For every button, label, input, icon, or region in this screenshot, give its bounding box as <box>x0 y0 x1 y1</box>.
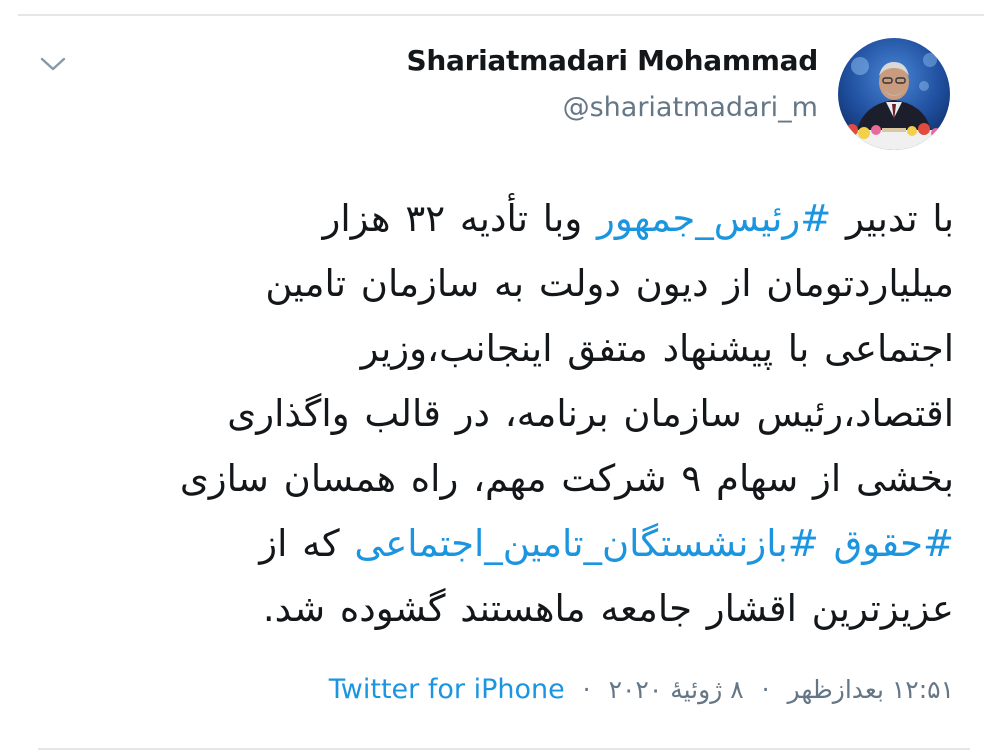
avatar-photo <box>838 38 950 150</box>
tweet-line: بخشی از سهام ۹ شرکت مهم، راه همسان سازی <box>60 446 954 511</box>
chevron-down-icon[interactable] <box>38 54 68 74</box>
tweet-text-segment: اجتماعی با پیشنهاد متفق اینجانب،وزیر <box>360 327 954 370</box>
meta-separator: · <box>761 675 770 704</box>
tweet-text-segment: اقتصاد،رئیس سازمان برنامه، در قالب واگذا… <box>227 392 954 435</box>
tweet-text-segment: عزیزترین اقشار جامعه ماهستند گشوده شد. <box>262 587 954 630</box>
tweet-source-link[interactable]: Twitter for iPhone <box>329 674 565 705</box>
hashtag-link[interactable]: #رئیس_جمهور <box>597 197 831 240</box>
top-divider <box>18 14 984 16</box>
tweet-line: اجتماعی با پیشنهاد متفق اینجانب،وزیر <box>60 316 954 381</box>
tweet-meta: ۱۲:۵۱ بعدازظهر · ۸ ژوئیهٔ ۲۰۲۰ · Twitter… <box>329 674 954 705</box>
tweet-line: عزیزترین اقشار جامعه ماهستند گشوده شد. <box>60 576 954 641</box>
tweet-line: #حقوق #بازنشستگان_تامین_اجتماعی که از <box>60 511 954 576</box>
tweet-text-segment <box>819 522 834 565</box>
tweet-time[interactable]: ۱۲:۵۱ بعدازظهر <box>788 675 954 704</box>
user-display-name[interactable]: Shariatmadari Mohammad <box>407 44 819 77</box>
tweet-text-segment: وبا تأدیه ۳۲ هزار <box>322 197 597 240</box>
bottom-divider <box>38 748 970 750</box>
tweet-line: با تدبیر #رئیس_جمهور وبا تأدیه ۳۲ هزار <box>60 186 954 251</box>
tweet-line: میلیاردتومان از دیون دولت به سازمان تامی… <box>60 251 954 316</box>
tweet-text-segment: که از <box>259 522 355 565</box>
tweet-text: با تدبیر #رئیس_جمهور وبا تأدیه ۳۲ هزار می… <box>60 186 954 641</box>
avatar[interactable] <box>838 38 950 150</box>
user-handle[interactable]: @shariatmadari_m <box>563 92 818 123</box>
tweet-date[interactable]: ۸ ژوئیهٔ ۲۰۲۰ <box>609 675 744 704</box>
meta-separator: · <box>582 675 591 704</box>
tweet-text-segment: بخشی از سهام ۹ شرکت مهم، راه همسان سازی <box>179 457 954 500</box>
tweet-line: اقتصاد،رئیس سازمان برنامه، در قالب واگذا… <box>60 381 954 446</box>
hashtag-link[interactable]: #حقوق <box>834 522 954 565</box>
tweet-text-segment: با تدبیر <box>831 197 954 240</box>
tweet-text-segment: میلیاردتومان از دیون دولت به سازمان تامی… <box>265 262 954 305</box>
hashtag-link[interactable]: #بازنشستگان_تامین_اجتماعی <box>354 522 818 565</box>
